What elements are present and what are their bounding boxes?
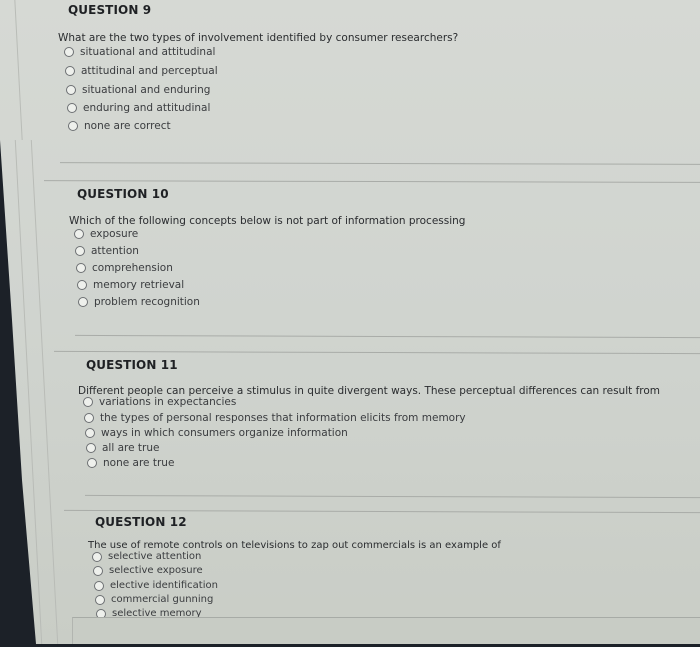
- answer-option[interactable]: the types of personal responses that inf…: [84, 412, 466, 424]
- option-label: none are correct: [84, 120, 171, 132]
- question-prompt: What are the two types of involvement id…: [58, 32, 459, 44]
- answer-option[interactable]: situational and attitudinal: [64, 46, 215, 58]
- radio-button[interactable]: [83, 397, 93, 407]
- radio-button[interactable]: [93, 565, 103, 576]
- page-border-left: [14, 0, 23, 140]
- question-divider: [75, 334, 700, 339]
- question-title: QUESTION 9: [68, 3, 152, 17]
- radio-button[interactable]: [66, 85, 76, 95]
- answer-option[interactable]: commercial gunning: [95, 594, 213, 605]
- radio-button[interactable]: [75, 246, 85, 256]
- content-border-left: [30, 140, 59, 644]
- answer-option[interactable]: none are correct: [68, 120, 171, 132]
- question-divider: [54, 350, 700, 355]
- question-divider: [43, 180, 700, 183]
- answer-option[interactable]: attitudinal and perceptual: [65, 65, 218, 77]
- option-label: ways in which consumers organize informa…: [101, 427, 348, 439]
- radio-button[interactable]: [92, 551, 102, 562]
- radio-button[interactable]: [76, 263, 86, 273]
- option-label: selective attention: [108, 551, 202, 562]
- radio-button[interactable]: [65, 66, 75, 76]
- option-label: the types of personal responses that inf…: [100, 412, 466, 424]
- option-label: commercial gunning: [111, 594, 214, 605]
- answer-option[interactable]: exposure: [74, 228, 138, 240]
- option-label: none are true: [103, 457, 175, 469]
- page-border-left-lower: [14, 140, 43, 644]
- question-title: QUESTION 11: [86, 358, 178, 372]
- question-title: QUESTION 12: [95, 515, 187, 529]
- answer-option[interactable]: memory retrieval: [77, 279, 184, 291]
- option-label: situational and enduring: [82, 84, 211, 96]
- radio-button[interactable]: [87, 458, 97, 468]
- radio-button[interactable]: [74, 229, 84, 239]
- option-label: situational and attitudinal: [80, 46, 216, 58]
- option-label: elective identification: [110, 580, 218, 591]
- option-label: enduring and attitudinal: [83, 102, 211, 114]
- option-label: attitudinal and perceptual: [81, 65, 218, 77]
- radio-button[interactable]: [94, 580, 104, 591]
- question-prompt: Which of the following concepts below is…: [69, 215, 466, 227]
- answer-option[interactable]: enduring and attitudinal: [67, 102, 210, 114]
- question-title: QUESTION 10: [77, 187, 169, 201]
- question-prompt: The use of remote controls on television…: [88, 540, 501, 551]
- question-divider: [85, 494, 700, 499]
- option-label: exposure: [90, 228, 139, 240]
- answer-option[interactable]: situational and enduring: [66, 84, 210, 96]
- answer-option[interactable]: attention: [75, 245, 139, 257]
- radio-button[interactable]: [84, 413, 94, 423]
- answer-option[interactable]: problem recognition: [78, 296, 200, 308]
- radio-button[interactable]: [86, 443, 96, 453]
- quiz-screen: QUESTION 9 What are the two types of inv…: [0, 0, 700, 644]
- answer-option[interactable]: variations in expectancies: [83, 396, 236, 408]
- option-label: selective exposure: [109, 565, 203, 576]
- option-label: all are true: [102, 442, 160, 454]
- option-label: comprehension: [92, 262, 173, 274]
- radio-button[interactable]: [64, 47, 74, 57]
- answer-option[interactable]: elective identification: [94, 580, 218, 591]
- option-label: attention: [91, 245, 139, 257]
- option-label: variations in expectancies: [99, 396, 237, 408]
- question-divider: [64, 509, 700, 514]
- radio-button[interactable]: [77, 280, 87, 290]
- radio-button[interactable]: [95, 594, 105, 605]
- answer-option[interactable]: none are true: [87, 457, 174, 469]
- answer-option[interactable]: selective attention: [92, 551, 201, 562]
- radio-button[interactable]: [67, 103, 77, 113]
- answer-option[interactable]: selective exposure: [93, 565, 203, 576]
- radio-button[interactable]: [78, 297, 88, 307]
- option-label: problem recognition: [94, 296, 200, 308]
- question-divider: [59, 162, 700, 165]
- next-question-container: [72, 617, 700, 644]
- radio-button[interactable]: [68, 121, 78, 131]
- answer-option[interactable]: comprehension: [76, 262, 173, 274]
- radio-button[interactable]: [85, 428, 95, 438]
- answer-option[interactable]: all are true: [86, 442, 159, 454]
- option-label: memory retrieval: [93, 279, 185, 291]
- answer-option[interactable]: ways in which consumers organize informa…: [85, 427, 348, 439]
